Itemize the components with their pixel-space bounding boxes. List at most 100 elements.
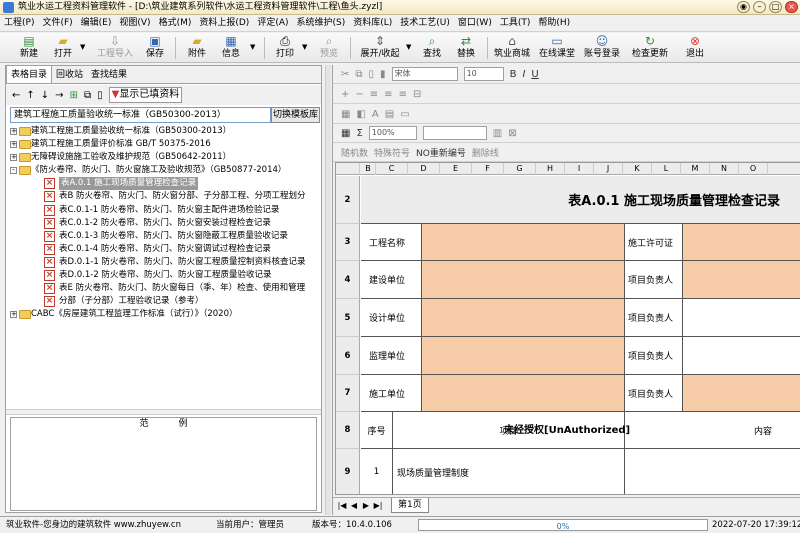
fill-color-icon[interactable]: ◧ xyxy=(356,109,365,120)
next-sheet-icon[interactable]: ▶ xyxy=(361,501,371,510)
column-header[interactable]: I xyxy=(565,163,594,175)
project-name-field[interactable] xyxy=(422,224,625,261)
clear-format-icon[interactable]: ⊠ xyxy=(508,128,516,139)
grid-icon[interactable]: ▥ xyxy=(493,128,502,139)
borders-icon[interactable]: ▦ xyxy=(341,128,350,139)
column-header[interactable]: L xyxy=(652,163,681,175)
open-dropdown-icon[interactable]: ▼ xyxy=(80,43,85,51)
format-painter-icon[interactable]: ▮ xyxy=(380,69,386,80)
line-width-select[interactable] xyxy=(422,126,487,140)
align-left-icon[interactable]: ≡ xyxy=(370,89,378,100)
column-header[interactable]: C xyxy=(376,163,408,175)
menu-help[interactable]: 帮助(H) xyxy=(534,15,574,32)
menu-library[interactable]: 资料库(L) xyxy=(349,15,396,32)
column-header[interactable]: F xyxy=(472,163,504,175)
row1-content[interactable] xyxy=(625,449,800,494)
tree-folder-item[interactable]: + CABC《房屋建筑工程监理工作标准（试行）》（2020） xyxy=(8,308,321,321)
row-header-5[interactable]: 5 xyxy=(336,299,360,337)
menu-technique[interactable]: 技术工艺(U) xyxy=(396,15,454,32)
tab-catalog[interactable]: 表格目录 xyxy=(6,66,53,83)
delete-line-button[interactable]: 删除线 xyxy=(472,146,499,159)
column-header[interactable]: M xyxy=(681,163,710,175)
tree-folder-item[interactable]: + 无障碍设施施工验收及维护规范（GB50642-2011） xyxy=(8,151,321,164)
builder-field[interactable] xyxy=(422,261,625,299)
expand-collapse-button[interactable]: ⇕ 展开/收起 xyxy=(356,35,404,62)
expand-dropdown-icon[interactable]: ▼ xyxy=(406,43,411,51)
merge-cells-icon[interactable]: ⊟ xyxy=(413,89,421,100)
column-header[interactable]: D xyxy=(408,163,440,175)
print-button[interactable]: ⎙ 打印 xyxy=(270,35,300,62)
row-header-3[interactable]: 3 xyxy=(336,224,360,261)
row-header-7[interactable]: 7 xyxy=(336,375,360,412)
collapse-icon[interactable]: - xyxy=(10,167,17,175)
sheet-corner[interactable] xyxy=(336,163,360,175)
first-sheet-icon[interactable]: |◀ xyxy=(337,501,347,510)
border-style-icon[interactable]: ▤ xyxy=(385,109,394,120)
tab-recycle[interactable]: 回收站 xyxy=(52,66,87,83)
attach-button[interactable]: ▰ 附件 xyxy=(182,35,212,62)
minimize-icon[interactable]: – xyxy=(753,1,766,13)
underline-icon[interactable]: U xyxy=(531,69,538,80)
column-header[interactable]: J xyxy=(594,163,623,175)
copy-icon[interactable]: ⧉ xyxy=(84,90,91,101)
close-icon[interactable]: × xyxy=(785,1,798,13)
italic-icon[interactable]: I xyxy=(522,69,525,80)
standard-select[interactable]: 建筑工程施工质量验收统一标准（GB50300-2013） xyxy=(10,107,271,123)
copy-format-icon[interactable]: ⧉ xyxy=(355,69,362,80)
menu-file[interactable]: 文件(F) xyxy=(38,15,76,32)
tree-table-item[interactable]: × 表D.0.1-1 防火卷帘、防火门、防火窗工程质量控制资料核查记录 xyxy=(8,256,321,269)
expand-icon[interactable]: + xyxy=(10,311,17,319)
save-button[interactable]: ▣ 保存 xyxy=(140,35,170,62)
add-table-icon[interactable]: ⊞ xyxy=(70,90,78,101)
clipboard-icon[interactable]: ▯ xyxy=(97,90,103,101)
row-header-9[interactable]: 9 xyxy=(336,449,360,494)
insert-row-icon[interactable]: + xyxy=(341,89,349,100)
expand-icon[interactable]: + xyxy=(10,154,17,162)
info-button[interactable]: ▦ 信息 xyxy=(216,35,246,62)
align-center-icon[interactable]: ≡ xyxy=(384,89,392,100)
tree-folder-item[interactable]: + 建筑工程施工质量验收统一标准（GB50300-2013） xyxy=(8,125,321,138)
spreadsheet[interactable]: BCDEFGHIJKLMNO 2 3 4 5 6 7 8 9 表A.0.1 施工… xyxy=(335,162,800,495)
menu-project[interactable]: 工程(P) xyxy=(0,15,38,32)
renumber-button[interactable]: NO重新编号 xyxy=(416,146,466,159)
maximize-icon[interactable]: □ xyxy=(769,1,782,13)
align-right-icon[interactable]: ≡ xyxy=(399,89,407,100)
paste-icon[interactable]: ▯ xyxy=(369,69,375,80)
menu-system[interactable]: 系统维护(S) xyxy=(293,15,350,32)
left-scrollbar[interactable] xyxy=(325,65,331,515)
find-button[interactable]: ⌕ 查找 xyxy=(418,35,446,62)
tree-folder-item[interactable]: + 建筑工程施工质量评价标准 GB/T 50375-2016 xyxy=(8,138,321,151)
tree-table-item[interactable]: × 表C.0.1-3 防火卷帘、防火门、防火窗隐蔽工程质量验收记录 xyxy=(8,230,321,243)
supervisor-lead-field[interactable] xyxy=(683,337,800,375)
mall-button[interactable]: ⌂ 筑业商城 xyxy=(492,35,532,62)
update-button[interactable]: ↻ 检查更新 xyxy=(630,35,670,62)
row-header-8[interactable]: 8 xyxy=(336,412,360,449)
menu-evaluate[interactable]: 评定(A) xyxy=(253,15,292,32)
last-sheet-icon[interactable]: ▶| xyxy=(373,501,383,510)
line-style-icon[interactable]: ▭ xyxy=(400,109,409,120)
login-button[interactable]: ☺ 账号登录 xyxy=(582,35,622,62)
tab-search-results[interactable]: 查找结果 xyxy=(87,66,131,83)
menu-edit[interactable]: 编辑(E) xyxy=(77,15,116,32)
random-button[interactable]: 随机数 xyxy=(341,146,368,159)
tree-table-item[interactable]: × 表E 防火卷帘、防火门、防火窗每日（季、年）检查、使用和管理 xyxy=(8,282,321,295)
info-dropdown-icon[interactable]: ▼ xyxy=(250,43,255,51)
column-header[interactable]: N xyxy=(710,163,739,175)
exit-button[interactable]: ⊗ 退出 xyxy=(680,35,710,62)
menu-format[interactable]: 格式(M) xyxy=(155,15,196,32)
permit-field[interactable] xyxy=(683,224,800,261)
tree-table-item[interactable]: × 表C.0.1-2 防火卷帘、防火门、防火窗安装过程检查记录 xyxy=(8,217,321,230)
delete-row-icon[interactable]: − xyxy=(355,89,363,100)
column-header[interactable]: H xyxy=(536,163,565,175)
tree-table-item[interactable]: × 表B 防火卷帘、防火门、防火窗分部、子分部工程、分项工程划分 xyxy=(8,190,321,203)
tree-folder-item[interactable]: - 《防火卷帘、防火门、防火窗施工及验收规范》（GB50877-2014） xyxy=(8,164,321,177)
expand-icon[interactable]: + xyxy=(10,128,17,135)
builder-lead-field[interactable] xyxy=(683,261,800,299)
tree-table-item[interactable]: × 分部（子分部）工程验收记录（参考） xyxy=(8,295,321,308)
menu-report[interactable]: 资料上报(D) xyxy=(195,15,253,32)
font-name-select[interactable]: 宋体 xyxy=(391,67,458,81)
cut-icon[interactable]: ✂ xyxy=(341,69,349,80)
constructor-lead-field[interactable] xyxy=(683,375,800,412)
tree-table-item[interactable]: × 表C.0.1-4 防火卷帘、防火门、防火窗调试过程检查记录 xyxy=(8,243,321,256)
row-header-4[interactable]: 4 xyxy=(336,261,360,299)
